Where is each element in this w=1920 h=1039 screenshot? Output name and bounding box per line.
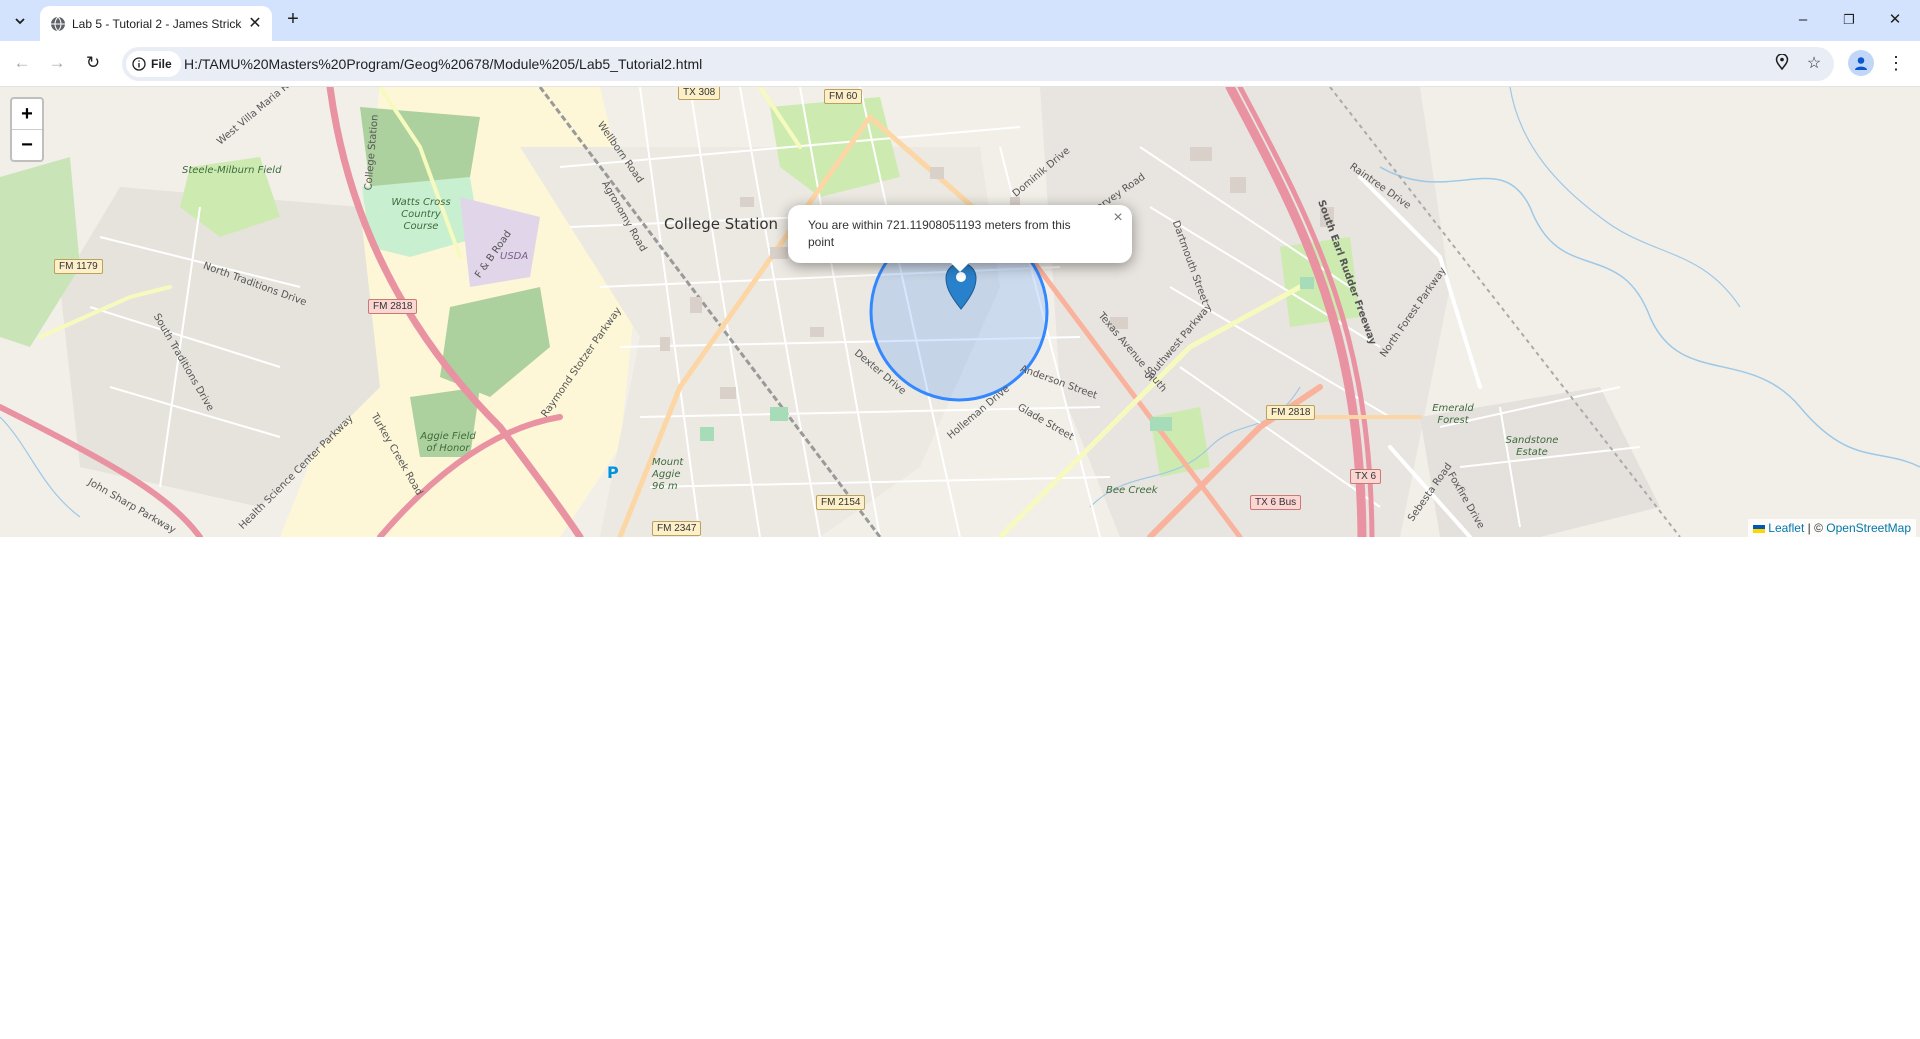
route-shield: FM 2154 bbox=[816, 495, 866, 510]
area-label: Mount Aggie 96 m bbox=[652, 457, 684, 492]
info-icon bbox=[132, 57, 146, 71]
tab-title: Lab 5 - Tutorial 2 - James Strick bbox=[72, 17, 242, 31]
browser-tab[interactable]: Lab 5 - Tutorial 2 - James Strick ✕ bbox=[40, 6, 272, 41]
tab-search-icon[interactable] bbox=[8, 9, 32, 33]
zoom-out-button[interactable]: − bbox=[12, 130, 42, 160]
location-icon[interactable] bbox=[1772, 53, 1792, 74]
popup-tip bbox=[950, 262, 970, 272]
restore-button[interactable]: ❐ bbox=[1826, 8, 1872, 32]
scheme-label: File bbox=[151, 57, 172, 71]
route-shield: TX 6 bbox=[1350, 469, 1382, 484]
map-tiles bbox=[0, 87, 1920, 537]
area-label: Emerald Forest bbox=[1432, 403, 1474, 426]
bookmark-star-icon[interactable]: ☆ bbox=[1804, 54, 1824, 74]
area-label: Sandstone Estate bbox=[1505, 435, 1559, 458]
back-icon[interactable]: ← bbox=[10, 51, 34, 75]
popup-close-button[interactable]: × bbox=[1110, 209, 1126, 227]
menu-icon[interactable]: ⋮ bbox=[1886, 51, 1906, 75]
area-label: Aggie Field of Honor bbox=[420, 431, 476, 454]
url-text[interactable]: H:/TAMU%20Masters%20Program/Geog%20678/M… bbox=[184, 47, 702, 81]
leaflet-link[interactable]: Leaflet bbox=[1768, 521, 1804, 535]
tab-close-icon[interactable]: ✕ bbox=[246, 15, 264, 33]
profile-icon[interactable] bbox=[1848, 50, 1874, 76]
tab-strip: Lab 5 - Tutorial 2 - James Strick ✕ + – … bbox=[0, 0, 1920, 41]
forward-icon[interactable]: → bbox=[45, 51, 69, 75]
city-label: College Station bbox=[664, 215, 779, 233]
openstreetmap-link[interactable]: OpenStreetMap bbox=[1826, 521, 1911, 535]
reload-icon[interactable]: ↻ bbox=[81, 51, 105, 75]
location-popup: You are within 721.11908051193 meters fr… bbox=[788, 205, 1132, 272]
minimize-button[interactable]: – bbox=[1780, 8, 1826, 32]
popup-text: You are within 721.11908051193 meters fr… bbox=[808, 218, 1071, 249]
parking-icon: P bbox=[607, 463, 619, 482]
area-label: USDA bbox=[500, 251, 529, 262]
zoom-in-button[interactable]: + bbox=[12, 99, 42, 130]
ukraine-flag-icon bbox=[1753, 524, 1766, 533]
map-container[interactable]: College Station Steele-Milburn Field Wat… bbox=[0, 87, 1920, 537]
close-window-button[interactable]: ✕ bbox=[1872, 8, 1918, 32]
browser-toolbar: ← → ↻ File H:/TAMU%20Masters%20Program/G… bbox=[0, 41, 1920, 87]
area-label: Steele-Milburn Field bbox=[182, 165, 282, 176]
route-shield: TX 6 Bus bbox=[1250, 495, 1302, 510]
globe-icon bbox=[50, 16, 66, 32]
site-info-chip[interactable]: File bbox=[126, 51, 181, 77]
area-label: Bee Creek bbox=[1106, 485, 1158, 496]
area-label: Watts Cross Country Course bbox=[391, 197, 451, 232]
address-bar[interactable]: File H:/TAMU%20Masters%20Program/Geog%20… bbox=[122, 47, 1834, 81]
attribution-separator: | © bbox=[1804, 521, 1827, 535]
route-shield: FM 2818 bbox=[368, 299, 418, 314]
map-attribution: Leaflet | © OpenStreetMap bbox=[1748, 519, 1916, 537]
new-tab-button[interactable]: + bbox=[282, 8, 304, 30]
route-shield: FM 2347 bbox=[652, 521, 702, 536]
route-shield: FM 1179 bbox=[54, 259, 103, 274]
route-shield: TX 308 bbox=[678, 87, 721, 100]
route-shield: FM 60 bbox=[824, 89, 863, 104]
zoom-control: + − bbox=[10, 97, 44, 162]
route-shield: FM 2818 bbox=[1266, 405, 1316, 420]
